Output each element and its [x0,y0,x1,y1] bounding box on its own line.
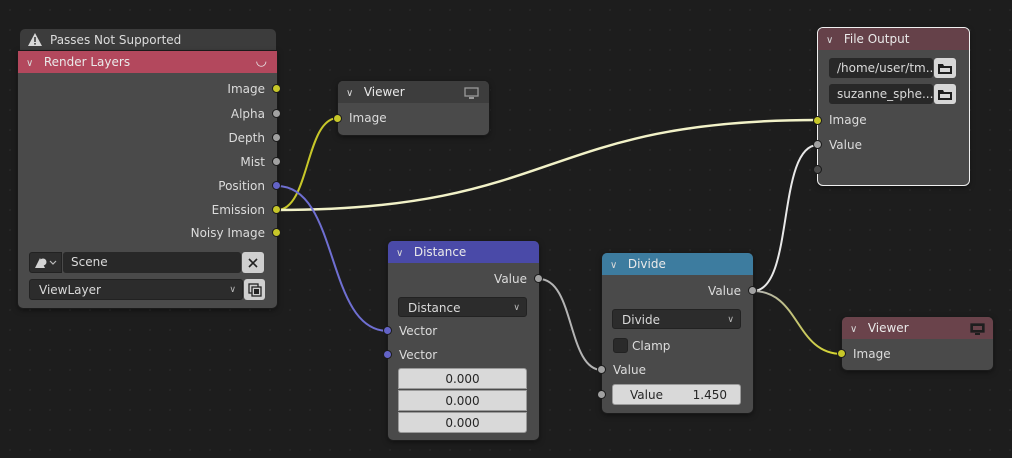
view-layer-dropdown[interactable]: ViewLayer ∨ [29,279,243,300]
value-field-value: 1.450 [692,388,727,402]
output-image: Image [227,82,265,96]
socket-mist[interactable] [272,157,281,166]
socket-depth[interactable] [272,133,281,142]
link-position-distance [276,185,389,332]
viewer-node-top[interactable]: ∨ Viewer Image [333,81,489,135]
chevron-down-icon: ∨ [513,303,520,313]
viewer-header[interactable]: ∨ Viewer [338,81,489,103]
input-image: Image [829,113,867,127]
socket-image-in[interactable] [333,114,342,123]
output-noisy-image: Noisy Image [190,226,265,240]
output-emission: Emission [211,203,265,217]
socket-image-in[interactable] [837,349,846,358]
vector-x-field[interactable]: 0.000 [398,368,527,389]
node-title: Viewer [867,321,909,335]
node-title: Divide [627,257,666,271]
socket-value-in-2[interactable] [597,390,606,399]
link-divide-viewer [752,290,843,355]
vector-z-field[interactable]: 0.000 [398,412,527,433]
warning-text: Passes Not Supported [50,33,182,47]
folder-icon[interactable] [934,84,956,104]
socket-vector-2[interactable] [383,350,392,359]
clamp-checkbox[interactable] [613,338,628,353]
output-value: Value [708,284,741,298]
distance-header[interactable]: ∨ Distance [388,241,539,263]
socket-value-in-1[interactable] [597,365,606,374]
render-layers-header[interactable]: ∨ Render Layers ◡ [18,51,277,73]
base-path-field[interactable]: /home/user/tm... [829,58,933,78]
node-title: File Output [843,32,910,46]
collapse-chevron-icon[interactable]: ∨ [26,53,40,75]
folder-icon[interactable] [934,58,956,78]
output-alpha: Alpha [230,107,265,121]
chevron-down-icon: ∨ [229,285,236,295]
collapse-chevron-icon[interactable]: ∨ [850,319,864,341]
operation-value: Distance [408,301,461,315]
operation-value: Divide [622,313,661,327]
socket-image-in[interactable] [813,116,822,125]
collapse-chevron-icon[interactable]: ∨ [610,255,624,277]
value-field-label: Value [630,388,663,402]
socket-value-out[interactable] [748,286,757,295]
scene-type-button[interactable] [29,252,62,273]
view-layer-icon[interactable] [244,279,265,300]
view-layer-value: ViewLayer [39,283,101,297]
output-value: Value [494,272,527,286]
collapse-chevron-icon[interactable]: ∨ [826,30,840,52]
link-distance-divide [538,278,603,371]
operation-dropdown[interactable]: Divide ∨ [612,309,741,329]
socket-value-in[interactable] [813,140,822,149]
monitor-icon [970,321,985,343]
output-depth: Depth [228,131,265,145]
input-image: Image [853,347,891,361]
chevron-down-icon: ∨ [727,315,734,325]
socket-empty-in[interactable] [813,165,822,174]
socket-vector-1[interactable] [383,326,392,335]
socket-value-out[interactable] [534,274,543,283]
file-subpath-field[interactable]: suzanne_sphe... [829,84,933,104]
close-icon[interactable] [242,252,264,273]
node-title: Viewer [363,85,405,99]
input-image: Image [349,111,387,125]
link-emission-viewer [276,117,339,211]
passes-warning: Passes Not Supported [20,29,276,51]
vector-y-field[interactable]: 0.000 [398,390,527,411]
node-title: Render Layers [43,55,131,69]
input-vector-2: Vector [399,348,438,362]
operation-dropdown[interactable]: Distance ∨ [398,297,527,317]
scene-field[interactable]: Scene [63,252,241,273]
collapse-chevron-icon[interactable]: ∨ [396,243,410,265]
socket-position[interactable] [272,181,281,190]
viewer-header[interactable]: ∨ Viewer [842,317,993,339]
render-layers-node[interactable]: ∨ Render Layers ◡ Image Alpha Depth Mist… [18,51,281,308]
monitor-icon [464,85,479,107]
socket-noisy-image[interactable] [272,228,281,237]
input-value-label: Value [613,363,646,377]
input-vector-1: Vector [399,324,438,338]
output-mist: Mist [240,155,265,169]
clamp-label: Clamp [632,339,671,353]
socket-image[interactable] [272,84,281,93]
distance-node[interactable]: ∨ Distance Value Distance ∨ Vector Vecto… [383,241,543,440]
file-output-header[interactable]: ∨ File Output [818,28,969,50]
viewer-node-bottom[interactable]: ∨ Viewer Image [837,317,993,370]
socket-alpha[interactable] [272,109,281,118]
collapse-chevron-icon[interactable]: ∨ [346,83,360,105]
node-title: Distance [413,245,467,259]
scene-icon [35,258,57,268]
link-divide-fileoutput [752,144,819,292]
preview-toggle-icon[interactable]: ◡ [256,51,267,73]
divide-node[interactable]: ∨ Divide Value Divide ∨ Clamp Value Valu… [597,253,757,413]
input-value: Value [829,138,862,152]
divide-header[interactable]: ∨ Divide [602,253,753,275]
output-position: Position [218,179,265,193]
file-output-node[interactable]: ∨ File Output /home/user/tm... suzanne_s… [813,28,969,185]
socket-emission[interactable] [272,205,281,214]
value-field[interactable]: Value 1.450 [612,384,741,405]
